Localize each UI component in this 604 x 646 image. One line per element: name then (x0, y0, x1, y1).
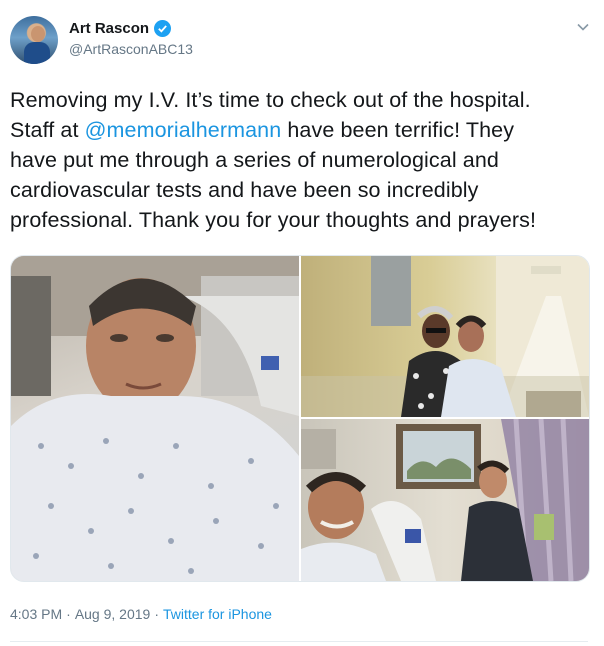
tweet-text-line: professional. Thank you for your thought… (10, 205, 594, 235)
tweet-text-segment: have been terrific! They (281, 118, 515, 142)
verified-badge-icon (154, 20, 172, 37)
tweet-meta: 4:03 PM · Aug 9, 2019 · Twitter for iPho… (10, 606, 272, 622)
meta-separator: · (154, 606, 159, 622)
divider (10, 641, 588, 642)
tweet-text-line: cardiovascular tests and have been so in… (10, 175, 594, 205)
photo-with-visitor-hallway[interactable] (301, 256, 589, 417)
chevron-down-icon[interactable] (576, 20, 590, 34)
tweet-media[interactable] (10, 255, 590, 582)
meta-separator: · (66, 606, 71, 622)
tweet-header: Art Rascon @ArtRasconABC13 (10, 14, 594, 66)
tweet-source-link[interactable]: Twitter for iPhone (163, 606, 272, 622)
avatar[interactable] (10, 16, 58, 64)
name-row: Art Rascon (69, 20, 172, 37)
tweet-text-segment: have put me through a series of numerolo… (10, 148, 499, 172)
tweet-text-line: Staff at @memorialhermann have been terr… (10, 115, 594, 145)
tweet-date[interactable]: Aug 9, 2019 (75, 606, 151, 622)
tweet-text-line: Removing my I.V. It’s time to check out … (10, 85, 594, 115)
photo-with-visitor-room[interactable] (301, 419, 589, 581)
tweet-text-segment: professional. Thank you for your thought… (10, 208, 537, 232)
display-name[interactable]: Art Rascon (69, 20, 149, 37)
tweet-text-segment: cardiovascular tests and have been so in… (10, 178, 479, 202)
tweet-text-segment: Removing my I.V. It’s time to check out … (10, 88, 531, 112)
tweet-time[interactable]: 4:03 PM (10, 606, 62, 622)
tweet-text: Removing my I.V. It’s time to check out … (10, 85, 594, 235)
mention-link[interactable]: @memorialhermann (85, 118, 282, 142)
photo-selfie-hospital-bed[interactable] (11, 256, 299, 581)
tweet-text-line: have put me through a series of numerolo… (10, 145, 594, 175)
tweet-text-segment: Staff at (10, 118, 85, 142)
user-handle[interactable]: @ArtRasconABC13 (69, 41, 193, 57)
